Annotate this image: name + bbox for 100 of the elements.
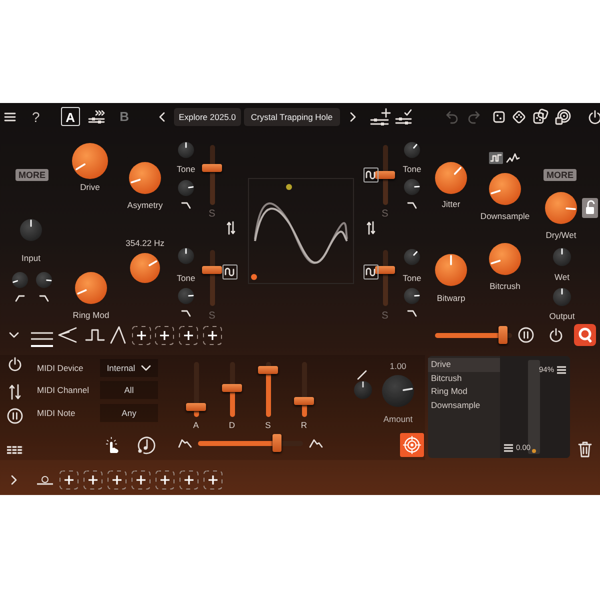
previous-preset-icon[interactable] bbox=[158, 112, 165, 122]
knob[interactable] bbox=[19, 218, 43, 242]
knob[interactable] bbox=[11, 271, 29, 289]
knob-label: Wet bbox=[554, 272, 570, 282]
add-preset-icon[interactable] bbox=[370, 108, 392, 126]
envelope-icon bbox=[178, 438, 192, 448]
chevron-right-icon[interactable] bbox=[11, 475, 17, 485]
knob[interactable] bbox=[434, 253, 468, 287]
target-item[interactable]: Ring Mod bbox=[428, 385, 500, 398]
knob[interactable] bbox=[128, 161, 162, 195]
help-button[interactable]: ? bbox=[32, 108, 40, 124]
add-slot-button[interactable] bbox=[156, 470, 174, 490]
slider-thumb[interactable] bbox=[375, 171, 395, 179]
knob[interactable] bbox=[129, 252, 161, 284]
touch-icon[interactable] bbox=[104, 436, 120, 454]
next-preset-icon[interactable] bbox=[350, 112, 356, 122]
target-item[interactable]: Bitcrush bbox=[428, 372, 500, 385]
envelope-label: A bbox=[193, 420, 199, 430]
die-icon[interactable] bbox=[512, 110, 526, 124]
slider-thumb[interactable] bbox=[222, 384, 242, 392]
lines-icon[interactable] bbox=[557, 366, 566, 374]
high-cut-icon bbox=[181, 309, 191, 317]
add-slot-button[interactable] bbox=[132, 470, 150, 490]
midi-value-field[interactable]: Internal bbox=[100, 359, 158, 377]
slider-thumb[interactable] bbox=[272, 434, 282, 452]
note-icon[interactable] bbox=[136, 435, 156, 455]
grid-icon[interactable] bbox=[6, 446, 24, 454]
slider-thumb[interactable] bbox=[202, 266, 222, 274]
add-slot-button[interactable] bbox=[84, 470, 102, 490]
pause-icon[interactable] bbox=[518, 327, 534, 343]
target-item[interactable]: Downsample bbox=[428, 398, 500, 412]
logo-icon[interactable] bbox=[574, 324, 596, 346]
add-slot-button[interactable] bbox=[60, 470, 78, 490]
slider-thumb[interactable] bbox=[258, 366, 278, 374]
value-readout: 354.22 Hz bbox=[126, 238, 164, 248]
trash-icon[interactable] bbox=[578, 440, 592, 458]
knob[interactable] bbox=[177, 247, 195, 265]
arrows-icon[interactable] bbox=[9, 384, 21, 400]
sine-wave-icon[interactable] bbox=[364, 168, 378, 182]
midi-value-field[interactable]: All bbox=[100, 381, 158, 399]
more-button[interactable]: MORE bbox=[544, 169, 576, 181]
knob[interactable] bbox=[177, 179, 195, 197]
dice-icon[interactable] bbox=[532, 109, 548, 124]
power-icon[interactable] bbox=[549, 328, 563, 342]
knob[interactable] bbox=[552, 287, 572, 307]
sine-wave-icon[interactable] bbox=[364, 264, 378, 280]
sine-wave-icon[interactable] bbox=[222, 264, 238, 280]
knob[interactable] bbox=[35, 271, 53, 289]
envelope-label: D bbox=[228, 420, 236, 430]
more-button[interactable]: MORE bbox=[16, 169, 48, 181]
menu-icon[interactable] bbox=[4, 112, 16, 122]
knob[interactable] bbox=[403, 141, 421, 159]
high-cut-icon bbox=[39, 294, 49, 302]
unlock-icon[interactable] bbox=[582, 198, 598, 218]
knob[interactable] bbox=[434, 161, 468, 195]
envelope-label: R bbox=[300, 420, 308, 430]
line-circle-icon[interactable] bbox=[37, 475, 53, 485]
die-icon[interactable] bbox=[492, 110, 505, 122]
radar-icon[interactable] bbox=[554, 108, 571, 124]
knob[interactable] bbox=[544, 191, 578, 225]
add-slot-button[interactable] bbox=[204, 470, 222, 490]
lines-icon[interactable] bbox=[504, 444, 513, 452]
knob-label: Dry/Wet bbox=[546, 230, 576, 240]
knob[interactable] bbox=[403, 248, 421, 266]
save-preset-icon[interactable] bbox=[394, 108, 412, 124]
power-icon[interactable] bbox=[588, 110, 600, 124]
preset-field[interactable]: Explore 2025.0 bbox=[174, 108, 241, 126]
power-icon[interactable] bbox=[8, 357, 22, 371]
knob[interactable] bbox=[488, 242, 522, 276]
pause-icon[interactable] bbox=[7, 408, 23, 424]
chevron-down-icon[interactable] bbox=[9, 332, 19, 338]
slot-tab[interactable]: B bbox=[114, 107, 134, 126]
midi-value-field[interactable]: Any bbox=[100, 404, 158, 422]
swap-icon[interactable] bbox=[227, 221, 235, 235]
slot-tab[interactable]: A bbox=[60, 107, 80, 126]
add-slot-button[interactable] bbox=[108, 470, 126, 490]
knob[interactable] bbox=[71, 142, 109, 180]
knob[interactable] bbox=[177, 141, 195, 159]
slider-thumb[interactable] bbox=[294, 396, 314, 404]
knob[interactable] bbox=[403, 178, 421, 196]
knob[interactable] bbox=[403, 287, 421, 305]
knob[interactable] bbox=[74, 271, 108, 305]
knob[interactable] bbox=[177, 287, 195, 305]
knob[interactable] bbox=[552, 247, 572, 267]
knob-label: Output bbox=[549, 311, 575, 321]
stepped-wave-icon[interactable] bbox=[489, 152, 503, 164]
slider-thumb[interactable] bbox=[498, 326, 508, 344]
slider-thumb[interactable] bbox=[202, 164, 222, 172]
target-item[interactable]: Drive bbox=[428, 358, 500, 372]
copy-slot-icon[interactable] bbox=[88, 110, 105, 124]
knob[interactable] bbox=[488, 172, 522, 206]
slider-thumb[interactable] bbox=[375, 266, 395, 274]
knob-label: Bitcrush bbox=[490, 281, 520, 291]
add-slot-button[interactable] bbox=[180, 470, 198, 490]
envelope-label: S bbox=[265, 420, 271, 430]
target-button[interactable] bbox=[400, 433, 424, 457]
swap-icon[interactable] bbox=[367, 221, 375, 235]
slider-thumb[interactable] bbox=[186, 403, 206, 412]
preset-field[interactable]: Crystal Trapping Hole bbox=[244, 108, 340, 126]
zigzag-wave-icon[interactable] bbox=[506, 152, 520, 164]
